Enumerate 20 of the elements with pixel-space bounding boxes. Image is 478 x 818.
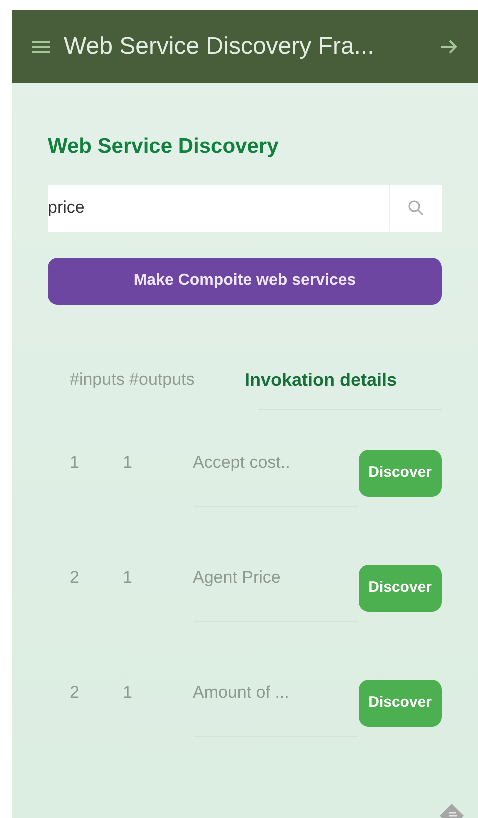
table-cell-text: 2 xyxy=(70,566,80,588)
make-composite-button[interactable]: Make Compoite web services xyxy=(48,258,442,304)
table-cell-text: 1 xyxy=(70,452,80,474)
table-cell-text: 1 xyxy=(123,566,134,588)
discover-button[interactable]: Discover xyxy=(358,450,442,496)
discover-button[interactable]: Discover xyxy=(358,680,442,726)
search-icon[interactable] xyxy=(408,200,424,216)
table-cell-text: Agent Price xyxy=(193,566,281,588)
menu-icon[interactable] xyxy=(32,40,50,54)
page-heading: Web Service Discovery xyxy=(48,134,280,160)
table-cell-text: 1 xyxy=(123,452,134,474)
table-cell-text: Accept cost.. xyxy=(193,452,290,474)
discover-button[interactable]: Discover xyxy=(358,564,442,612)
column-header: Invokation details xyxy=(245,368,398,392)
table-cell-text: Amount of ... xyxy=(193,682,290,704)
arrow-right-icon[interactable] xyxy=(440,38,458,54)
table-cell-text: 1 xyxy=(123,682,134,704)
app-title: Web Service Discovery Fra... xyxy=(64,32,376,62)
column-header: #inputs #outputs xyxy=(70,369,196,392)
table-cell-text: 2 xyxy=(70,682,80,704)
